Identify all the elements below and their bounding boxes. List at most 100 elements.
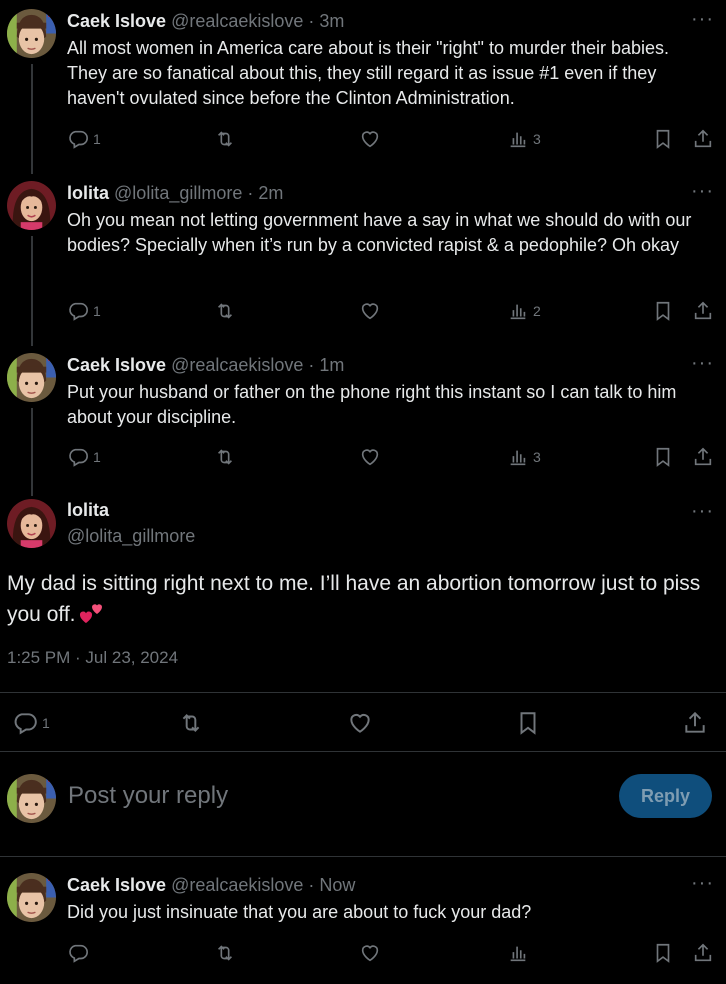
main-tweet-text: My dad is sitting right next to me. I’ll… (7, 568, 706, 634)
retweet-button[interactable] (214, 128, 236, 150)
tweet-reply[interactable]: Caek Islove @realcaekislove · Now ··· Di… (0, 864, 726, 984)
tweet-3[interactable]: Caek Islove @realcaekislove · 1m ··· Put… (0, 344, 726, 496)
reply-composer: Post your reply Reply (0, 752, 726, 856)
views-count: 3 (533, 131, 541, 147)
tweet-text: Did you just insinuate that you are abou… (67, 902, 532, 922)
reply-icon (67, 446, 89, 468)
views-button[interactable]: 2 (507, 300, 541, 322)
share-icon (692, 300, 714, 322)
views-icon (507, 128, 529, 150)
main-avatar[interactable] (7, 499, 56, 548)
divider (0, 692, 726, 693)
bookmark-button[interactable] (652, 942, 674, 964)
views-icon (507, 446, 529, 468)
bookmark-icon (652, 300, 674, 322)
avatar[interactable] (7, 873, 56, 922)
more-icon[interactable]: ··· (691, 501, 714, 521)
timestamp[interactable]: 1:25 PM · Jul 23, 2024 (7, 648, 178, 668)
author-name[interactable]: lolita (67, 183, 109, 203)
tweet-2[interactable]: lolita @lolita_gillmore · 2m ··· Oh you … (0, 172, 726, 346)
retweet-icon (214, 942, 236, 964)
heart-icon (359, 446, 381, 468)
share-button[interactable] (692, 446, 714, 468)
share-button[interactable] (692, 300, 714, 322)
avatar[interactable] (7, 181, 56, 230)
views-icon (507, 300, 529, 322)
avatar[interactable] (7, 353, 56, 402)
like-button[interactable] (359, 128, 381, 150)
share-icon (692, 128, 714, 150)
views-button[interactable]: 3 (507, 446, 541, 468)
heart-icon (359, 128, 381, 150)
more-icon[interactable]: ··· (691, 873, 714, 893)
like-button[interactable] (359, 300, 381, 322)
retweet-icon (214, 300, 236, 322)
share-button[interactable] (682, 710, 708, 736)
two-hearts-icon (79, 601, 106, 634)
retweet-icon (214, 446, 236, 468)
like-button[interactable] (347, 710, 373, 736)
share-button[interactable] (692, 942, 714, 964)
views-icon (507, 942, 529, 964)
retweet-button[interactable] (178, 710, 204, 736)
divider (0, 856, 726, 857)
author-name[interactable]: Caek Islove (67, 875, 166, 895)
bookmark-button[interactable] (652, 446, 674, 468)
more-icon[interactable]: ··· (691, 181, 714, 201)
tweet-1[interactable]: Caek Islove @realcaekislove · 3m ··· All… (0, 0, 726, 174)
heart-icon (359, 942, 381, 964)
retweet-icon (178, 710, 204, 736)
tweet-text: All most women in America care about is … (67, 38, 670, 108)
bookmark-button[interactable] (652, 128, 674, 150)
bookmark-icon (652, 942, 674, 964)
heart-icon (347, 710, 373, 736)
views-button[interactable] (507, 942, 529, 964)
bookmark-icon (652, 446, 674, 468)
main-author-handle[interactable]: @lolita_gillmore (67, 526, 195, 547)
avatar[interactable] (7, 9, 56, 58)
author-name[interactable]: Caek Islove (67, 11, 166, 31)
tweet-text: Put your husband or father on the phone … (67, 382, 677, 427)
bookmark-button[interactable] (652, 300, 674, 322)
main-tweet-body: My dad is sitting right next to me. I’ll… (7, 572, 701, 626)
reply-input[interactable]: Post your reply (68, 782, 228, 810)
author-handle[interactable]: @lolita_gillmore · 2m (114, 183, 283, 203)
like-button[interactable] (359, 942, 381, 964)
author-handle[interactable]: @realcaekislove · Now (171, 875, 355, 895)
share-icon (682, 710, 708, 736)
reply-button[interactable]: 1 (67, 446, 101, 468)
bookmark-icon (652, 128, 674, 150)
reply-count: 1 (42, 715, 50, 731)
thread-line (31, 236, 33, 346)
more-icon[interactable]: ··· (691, 9, 714, 29)
views-count: 2 (533, 303, 541, 319)
share-button[interactable] (692, 128, 714, 150)
reply-icon (12, 710, 38, 736)
reply-count: 1 (93, 449, 101, 465)
reply-button[interactable]: 1 (67, 128, 101, 150)
like-button[interactable] (359, 446, 381, 468)
bookmark-button[interactable] (515, 710, 541, 736)
retweet-button[interactable] (214, 446, 236, 468)
thread-line (31, 64, 33, 174)
reply-icon (67, 300, 89, 322)
tweet-text: Oh you mean not letting government have … (67, 210, 692, 255)
reply-button[interactable] (67, 942, 89, 964)
bookmark-icon (515, 710, 541, 736)
author-name[interactable]: Caek Islove (67, 355, 166, 375)
reply-button[interactable]: 1 (12, 710, 50, 736)
views-count: 3 (533, 449, 541, 465)
author-handle[interactable]: @realcaekislove · 1m (171, 355, 344, 375)
more-icon[interactable]: ··· (691, 353, 714, 373)
reply-button[interactable]: 1 (67, 300, 101, 322)
main-author-name[interactable]: lolita (67, 500, 109, 521)
retweet-button[interactable] (214, 300, 236, 322)
reply-submit-button[interactable]: Reply (619, 774, 712, 818)
heart-icon (359, 300, 381, 322)
retweet-button[interactable] (214, 942, 236, 964)
views-button[interactable]: 3 (507, 128, 541, 150)
own-avatar[interactable] (7, 774, 56, 823)
reply-icon (67, 128, 89, 150)
author-handle[interactable]: @realcaekislove · 3m (171, 11, 344, 31)
share-icon (692, 942, 714, 964)
